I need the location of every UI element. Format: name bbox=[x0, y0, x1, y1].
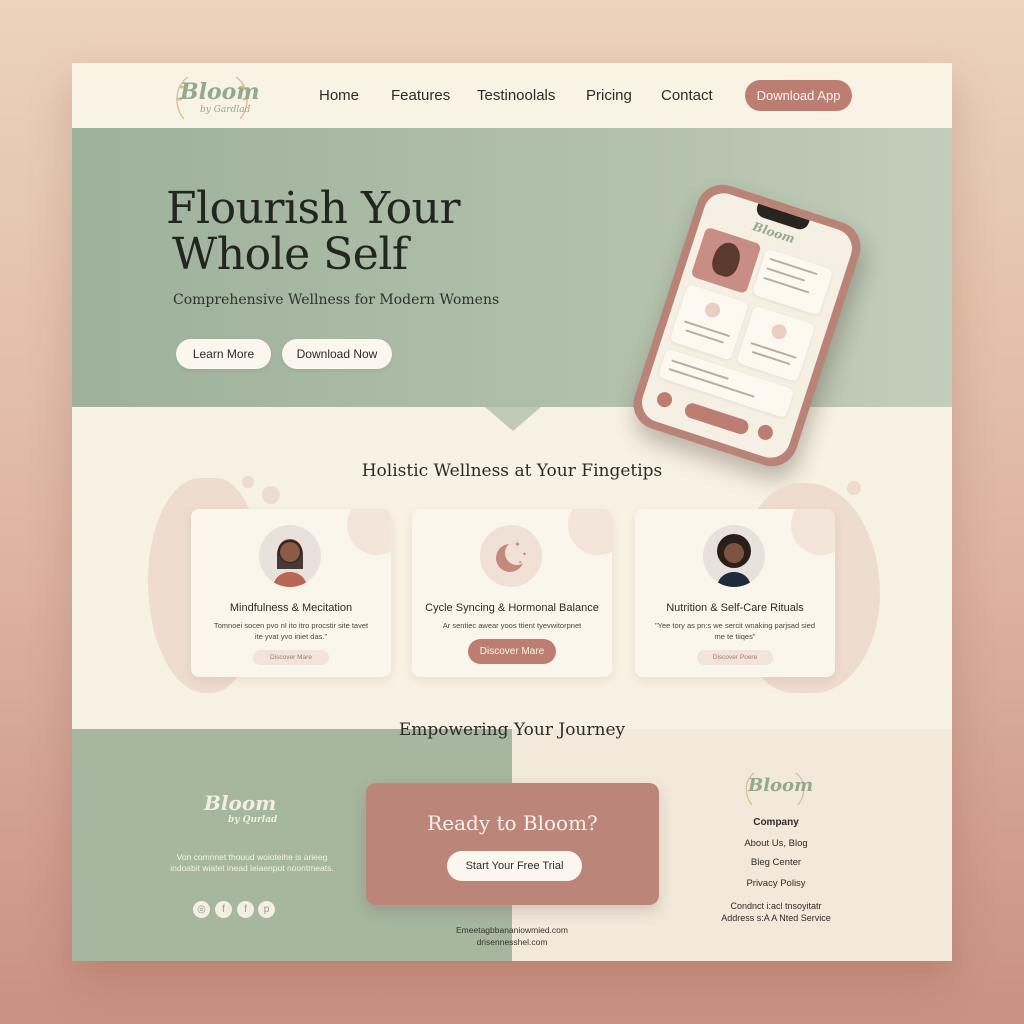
hero-subtitle: Comprehensive Wellness for Modern Womens bbox=[173, 292, 500, 308]
download-app-button[interactable]: Download App bbox=[745, 80, 852, 111]
phone-cta-bar[interactable] bbox=[683, 401, 751, 437]
phone-mockup: Bloom bbox=[626, 177, 868, 474]
hero-section: Flourish Your Whole Self Comprehensive W… bbox=[72, 128, 952, 474]
decor-dot bbox=[262, 486, 280, 504]
decor-dot bbox=[847, 481, 861, 495]
lotus-icon bbox=[703, 300, 723, 320]
card-decor bbox=[347, 509, 391, 555]
card-description: Tomnoei socen pvo nI ito itro procstir s… bbox=[213, 621, 369, 641]
contact-emails: Emeetagbbananiowmied.com drisennesshel.c… bbox=[432, 924, 592, 948]
footer-right-wordmark: Bloom bbox=[748, 775, 814, 796]
footer-right-logo[interactable]: Bloom bbox=[742, 767, 813, 811]
phone-home-button[interactable] bbox=[655, 390, 675, 410]
brand-logo[interactable]: Bloom by Gardlad bbox=[170, 69, 260, 127]
nav-features[interactable]: Features bbox=[391, 87, 450, 104]
download-now-button[interactable]: Download Now bbox=[282, 339, 392, 369]
feature-card-mindfulness[interactable]: Mindfulness & Mecitation Tomnoei socen p… bbox=[191, 509, 391, 677]
text-line bbox=[750, 342, 797, 359]
landing-page: Bloom by Gardlad Home Features Testinool… bbox=[72, 63, 952, 961]
phone-feature-card bbox=[736, 305, 816, 383]
nav-home[interactable]: Home bbox=[319, 87, 359, 104]
footer-logo-sub: by Qurlad bbox=[228, 815, 278, 825]
phone-hero-image bbox=[690, 226, 762, 295]
hero-title-line2: Whole Self bbox=[172, 229, 408, 280]
card-description: Ar sentiec awear yoos ttient tyevwitorpn… bbox=[442, 621, 582, 630]
pinterest-icon[interactable]: p bbox=[258, 901, 275, 918]
footer-contact-line: Condnct i:acl tnsoyitatr bbox=[730, 901, 822, 911]
footer-link-center[interactable]: Bleg Center bbox=[692, 857, 860, 868]
email-link[interactable]: Emeetagbbananiowmied.com bbox=[432, 924, 592, 936]
footer-logo[interactable]: Bloom bbox=[204, 791, 276, 815]
cta-card: Ready to Bloom? Start Your Free Trial bbox=[366, 783, 659, 905]
nav-testimonials[interactable]: Testinoolals bbox=[477, 87, 555, 104]
nav-pricing[interactable]: Pricing bbox=[586, 87, 632, 104]
phone-info-card bbox=[751, 248, 834, 316]
card-decor bbox=[568, 509, 612, 555]
footer-link-privacy[interactable]: Privacy Polisy bbox=[692, 878, 860, 889]
woman-portrait-icon bbox=[259, 525, 321, 587]
phone-screen: Bloom bbox=[636, 188, 858, 463]
card-description: "Yee tory as pn:s we sercit wnaking parj… bbox=[655, 621, 815, 641]
moon-stars-icon: ✦ ✦ ✦ bbox=[480, 525, 542, 587]
features-title: Holistic Wellness at Your Fingetips bbox=[361, 461, 663, 481]
svg-text:✦: ✦ bbox=[518, 560, 522, 566]
footer-description: Von comnnet thouud woioteihe is arieeg i… bbox=[170, 852, 334, 873]
top-nav: Bloom by Gardlad Home Features Testinool… bbox=[72, 63, 952, 128]
discover-more-button[interactable]: Discover Poere bbox=[697, 650, 773, 665]
learn-more-button[interactable]: Learn More bbox=[176, 339, 271, 369]
start-free-trial-button[interactable]: Start Your Free Trial bbox=[447, 851, 582, 881]
woman-portrait-icon bbox=[708, 239, 745, 280]
facebook-icon[interactable]: f bbox=[237, 901, 254, 918]
card-title: Nutrition & Self-Care Rituals bbox=[666, 602, 804, 614]
svg-text:✦: ✦ bbox=[514, 540, 521, 549]
section-notch bbox=[485, 407, 541, 431]
nav-contact[interactable]: Contact bbox=[661, 87, 713, 104]
footer-address-line: Address s:A A Nted Service bbox=[721, 913, 831, 923]
hero-title-line1: Flourish Your bbox=[166, 183, 461, 234]
discover-more-button[interactable]: Discover Mare bbox=[253, 650, 329, 665]
discover-more-button[interactable]: Discover Mare bbox=[468, 639, 556, 664]
phone-feature-card bbox=[669, 283, 749, 361]
logo-tagline: by Gardlad bbox=[200, 105, 251, 115]
email-link[interactable]: drisennesshel.com bbox=[432, 936, 592, 948]
utensils-icon bbox=[769, 322, 789, 342]
logo-wordmark: Bloom bbox=[180, 79, 260, 105]
card-title: Mindfulness & Mecitation bbox=[229, 602, 353, 614]
footer-link-about[interactable]: About Us, Blog bbox=[692, 838, 860, 849]
facebook-icon[interactable]: f bbox=[215, 901, 232, 918]
text-line bbox=[671, 359, 729, 380]
svg-text:✦: ✦ bbox=[522, 551, 527, 558]
feature-card-cycle[interactable]: ✦ ✦ ✦ Cycle Syncing & Hormonal Balance Ar … bbox=[412, 509, 612, 677]
woman-portrait-icon bbox=[703, 525, 765, 587]
cta-title: Ready to Bloom? bbox=[427, 811, 598, 835]
card-decor bbox=[791, 509, 835, 555]
text-line bbox=[683, 320, 731, 338]
journey-title: Empowering Your Journey bbox=[398, 720, 626, 740]
company-heading: Company bbox=[753, 817, 799, 828]
feature-card-nutrition[interactable]: Nutrition & Self-Care Rituals "Yee tory … bbox=[635, 509, 835, 677]
hero-title: Flourish Your Whole Self bbox=[166, 186, 526, 278]
phone-action-button[interactable] bbox=[755, 422, 775, 442]
instagram-icon[interactable]: ◎ bbox=[193, 901, 210, 918]
card-title: Cycle Syncing & Hormonal Balance bbox=[425, 602, 599, 614]
